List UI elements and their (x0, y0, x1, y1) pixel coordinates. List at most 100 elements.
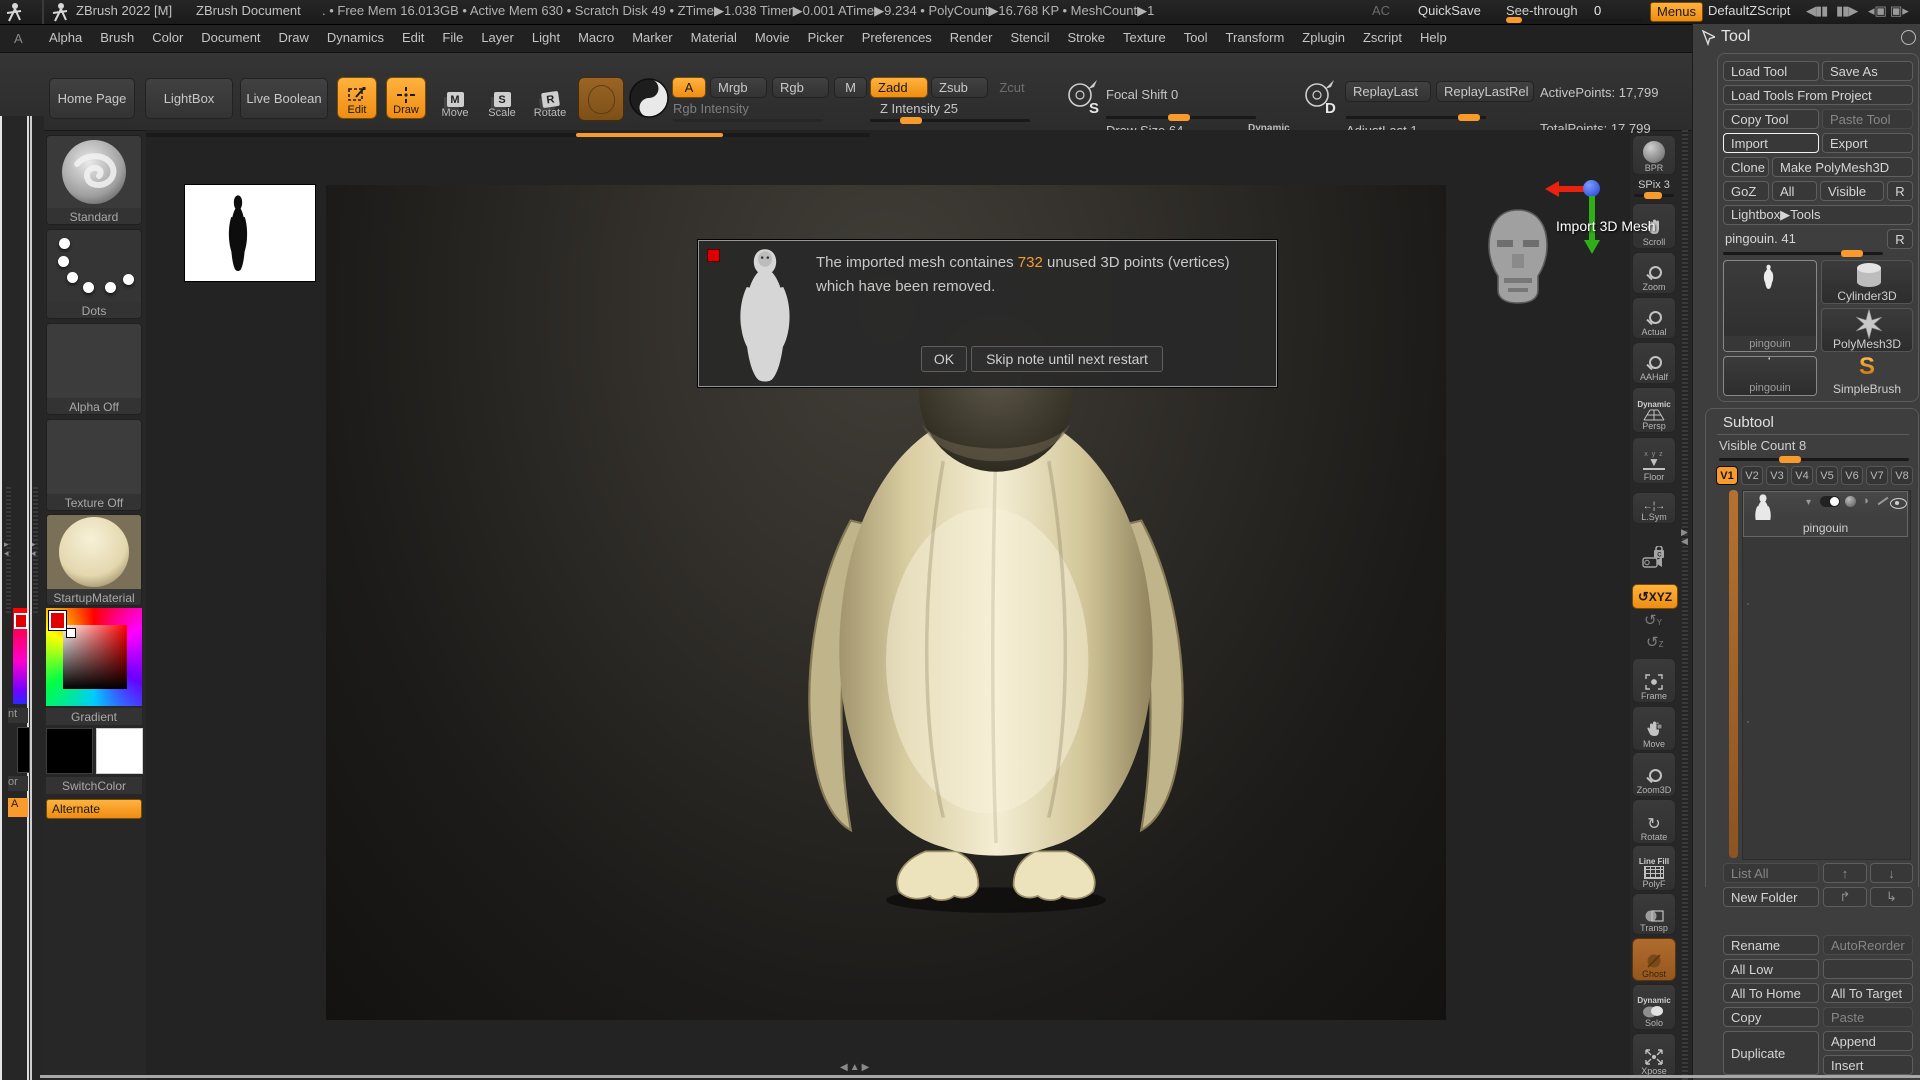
canvas-h-scrollbar[interactable] (146, 133, 870, 137)
visible-count-handle[interactable] (1779, 456, 1801, 463)
move-3d-button[interactable]: Move (1632, 706, 1676, 751)
spix-slider[interactable] (1634, 194, 1674, 197)
lock-camera-button[interactable]: C (1632, 538, 1676, 578)
tool-thumb-polymesh3d[interactable]: PolyMesh3D (1821, 308, 1913, 352)
color-selector-cursor[interactable] (66, 628, 76, 638)
menu-transform[interactable]: Transform (1217, 25, 1294, 52)
spin-y-button[interactable]: ↺Y (1644, 611, 1662, 629)
persp-button[interactable]: Dynamic Persp (1632, 387, 1676, 433)
adjust-last-handle[interactable] (1458, 114, 1480, 121)
goz-visible-button[interactable]: Visible (1820, 181, 1884, 201)
list-all-button[interactable]: List All (1723, 863, 1819, 883)
see-through-slider-handle[interactable] (1506, 17, 1522, 23)
goz-all-button[interactable]: All (1772, 181, 1817, 201)
brush-picker-standard[interactable]: Standard (46, 135, 142, 225)
menu-render[interactable]: Render (941, 25, 1002, 52)
menu-stroke[interactable]: Stroke (1058, 25, 1114, 52)
load-tool-button[interactable]: Load Tool (1723, 61, 1819, 81)
active-tool-slider[interactable] (1723, 252, 1883, 255)
menu-macro[interactable]: Macro (569, 25, 623, 52)
edit-mode-button[interactable]: Edit (337, 77, 377, 119)
menu-light[interactable]: Light (523, 25, 569, 52)
home-page-button[interactable]: Home Page (49, 78, 135, 119)
rgb-toggle[interactable]: Rgb (772, 77, 829, 98)
copy-doc-icon[interactable]: ◂▣ (1868, 3, 1887, 19)
menu-draw[interactable]: Draw (270, 25, 318, 52)
goz-button[interactable]: GoZ (1723, 181, 1769, 201)
all-high-button[interactable] (1823, 959, 1913, 979)
subtool-paint-toggle-icon[interactable] (1820, 496, 1840, 507)
zcut-toggle[interactable]: Zcut (992, 77, 1032, 98)
stroke-picker-dots[interactable]: Dots (46, 229, 142, 319)
polyframe-button[interactable]: Line Fill PolyF (1632, 845, 1676, 891)
focal-shift-slider[interactable] (1106, 116, 1256, 119)
lightbox-button[interactable]: LightBox (145, 78, 233, 119)
mrgb-toggle[interactable]: Mrgb (710, 77, 767, 98)
paste-tool-button[interactable]: Paste Tool (1822, 109, 1913, 129)
switch-color-button[interactable]: SwitchColor (46, 777, 142, 794)
all-to-target-button[interactable]: All To Target (1823, 983, 1913, 1003)
frame-button[interactable]: Frame (1632, 658, 1676, 703)
adjust-last-slider[interactable] (1346, 116, 1486, 119)
right-tray-drag-handle[interactable] (1682, 130, 1688, 1080)
subtool-visibility-eye-icon[interactable] (1890, 498, 1907, 509)
move-into-folder-button[interactable]: ↱ (1823, 887, 1867, 907)
subtool-tab-v8[interactable]: V8 (1891, 466, 1913, 485)
canvas-h-scrollbar-thumb[interactable] (576, 133, 723, 137)
spix-handle[interactable] (1644, 192, 1662, 199)
spin-z-button[interactable]: ↺Z (1646, 633, 1663, 651)
subtool-tab-v4[interactable]: V4 (1791, 466, 1813, 485)
transparency-button[interactable]: Transp (1632, 893, 1676, 935)
menu-texture[interactable]: Texture (1114, 25, 1175, 52)
timeline-prev-icon[interactable]: ◀▮▮ (1806, 3, 1827, 19)
subtool-tab-v7[interactable]: V7 (1866, 466, 1888, 485)
menu-help[interactable]: Help (1411, 25, 1456, 52)
zoom-doc-button[interactable]: Zoom (1632, 252, 1676, 294)
zadd-toggle[interactable]: Zadd (870, 77, 928, 98)
draw-mode-button[interactable]: Draw (386, 77, 426, 119)
menu-file[interactable]: File (433, 25, 472, 52)
auto-reorder-button[interactable]: AutoReorder (1823, 935, 1913, 955)
make-polymesh3d-button[interactable]: Make PolyMesh3D (1772, 157, 1913, 177)
ghost-button[interactable]: Ghost (1632, 938, 1676, 981)
zoom-3d-button[interactable]: Zoom3D (1632, 752, 1676, 797)
menu-alpha[interactable]: Alpha (40, 25, 91, 52)
replay-last-rel-button[interactable]: ReplayLastRel (1436, 81, 1534, 102)
scale-mode-button[interactable]: S Scale (482, 77, 522, 119)
tool-thumb-pingouin[interactable]: pingouin (1723, 260, 1817, 352)
canvas-scroll-arrows[interactable]: ◀▲▶ (840, 1062, 871, 1073)
visible-count-slider[interactable] (1719, 458, 1909, 461)
new-folder-button[interactable]: New Folder (1723, 887, 1819, 907)
subtool-material-icon[interactable] (1845, 496, 1856, 507)
tool-thumb-simplebrush[interactable]: S SimpleBrush (1821, 356, 1913, 396)
tool-thumb-pingouin2[interactable]: pingouin (1723, 356, 1817, 396)
color-picker[interactable] (46, 608, 142, 706)
alternate-button[interactable]: Alternate (46, 799, 142, 819)
all-to-home-button[interactable]: All To Home (1723, 983, 1819, 1003)
menu-dynamics[interactable]: Dynamics (318, 25, 393, 52)
aahalf-button[interactable]: AAHalf (1632, 342, 1676, 384)
menu-document[interactable]: Document (192, 25, 269, 52)
rotate-3d-button[interactable]: ↻ Rotate (1632, 799, 1676, 844)
copy-subtool-button[interactable]: Copy (1723, 1007, 1819, 1027)
active-tool-slider-handle[interactable] (1841, 250, 1863, 257)
timeline-next-icon[interactable]: ▮▮▶ (1836, 3, 1857, 19)
texture-picker[interactable]: Texture Off (46, 419, 142, 511)
subtool-polypaint-arrow-icon[interactable]: ▾ (1806, 497, 1811, 508)
rotate-on-xyz-button[interactable]: ↺XYZ (1632, 584, 1678, 609)
floor-button[interactable]: x y z ▼ Floor (1632, 437, 1676, 484)
copy-tool-button[interactable]: Copy Tool (1723, 109, 1819, 129)
menu-brush[interactable]: Brush (91, 25, 143, 52)
gradient-label[interactable]: Gradient (46, 708, 142, 725)
local-symmetry-button[interactable]: ←¦→ L.Sym (1632, 492, 1676, 524)
default-zscript-button[interactable]: DefaultZScript (1708, 3, 1790, 18)
see-through-slider[interactable] (1506, 19, 1642, 22)
tool-r-button[interactable]: R (1887, 229, 1913, 249)
penguin-3d-model[interactable] (776, 300, 1216, 915)
menu-edit[interactable]: Edit (393, 25, 433, 52)
menu-zplugin[interactable]: Zplugin (1293, 25, 1354, 52)
palette-menu-icon[interactable] (1901, 30, 1916, 45)
material-picker[interactable]: StartupMaterial (46, 514, 142, 606)
dialog-ok-button[interactable]: OK (921, 346, 967, 372)
subtool-scrollbar[interactable] (1729, 490, 1738, 858)
